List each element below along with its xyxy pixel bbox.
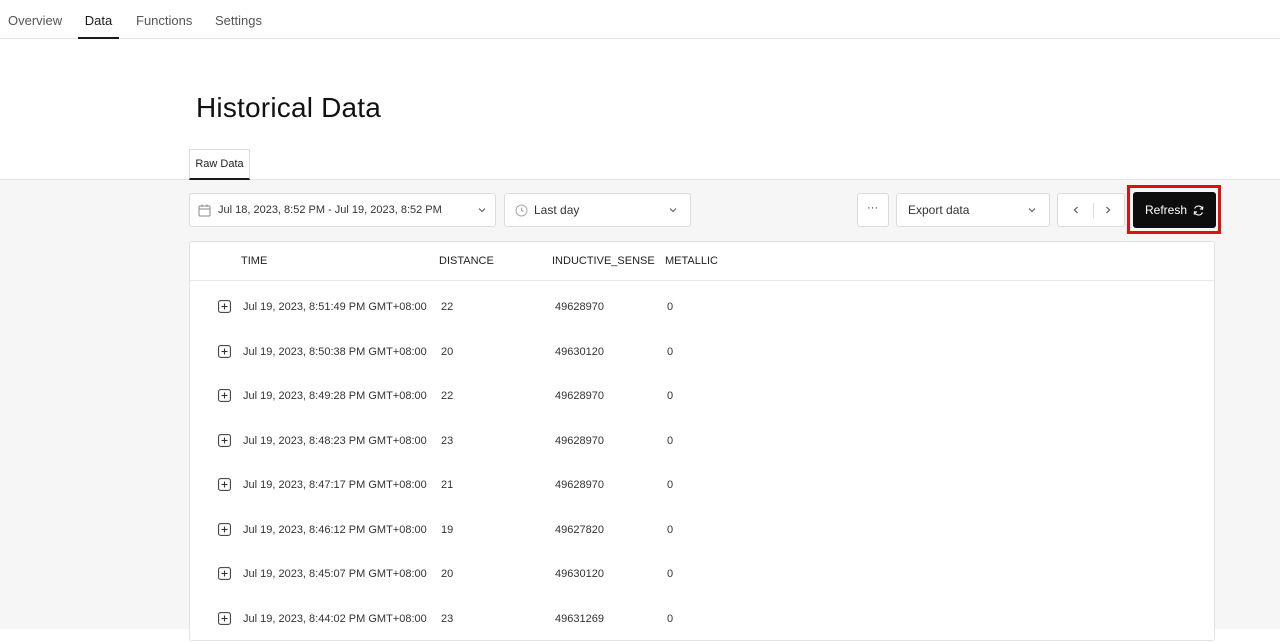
expand-row-icon[interactable] [218,344,231,358]
cell-time: Jul 19, 2023, 8:50:38 PM GMT+08:00 [243,345,427,358]
cell-inductive-sense: 49628970 [555,301,604,313]
subtab-bar: Raw Data [0,148,1280,180]
cell-distance: 19 [441,523,454,536]
cell-inductive-sense: 49628970 [555,479,604,491]
period-value: Last day [534,203,580,217]
cell-inductive-sense: 49627820 [555,523,604,536]
expand-row-icon[interactable] [218,433,231,447]
table-row: Jul 19, 2023, 8:46:12 PM GMT+08:00 19 4962… [190,509,1214,553]
expand-row-icon[interactable] [218,300,231,313]
tab-settings[interactable]: Settings [215,13,262,39]
cell-time: Jul 19, 2023, 8:51:49 PM GMT+08:00 [243,301,427,313]
expand-row-icon[interactable] [218,522,231,536]
column-header-time[interactable]: TIME [241,255,267,267]
cell-time: Jul 19, 2023, 8:47:17 PM GMT+08:00 [243,479,427,491]
cell-metallic: 0 [667,479,674,491]
export-data-select[interactable]: Export data [896,193,1050,227]
cell-inductive-sense: 49628970 [555,434,604,447]
period-select[interactable]: Last day [504,193,691,227]
cell-metallic: 0 [667,568,674,580]
expand-row-icon[interactable] [218,611,231,625]
tab-functions[interactable]: Functions [136,13,192,39]
chevron-right-icon[interactable] [1103,205,1113,215]
cell-time: Jul 19, 2023, 8:44:02 PM GMT+08:00 [243,612,427,625]
table-row: Jul 19, 2023, 8:50:38 PM GMT+08:00 20 4963… [190,331,1214,375]
cell-time: Jul 19, 2023, 8:49:28 PM GMT+08:00 [243,390,427,402]
refresh-label: Refresh [1145,203,1188,217]
pager [1057,193,1125,227]
more-options-icon: ··· [867,202,878,214]
column-header-inductive-sense[interactable]: INDUCTIVE_SENSE [552,255,655,267]
expand-row-icon[interactable] [218,567,231,580]
cell-inductive-sense: 49630120 [555,345,604,358]
chevron-down-icon [1028,208,1036,213]
cell-distance: 21 [441,479,454,491]
table-row: Jul 19, 2023, 8:47:17 PM GMT+08:00 21 4962… [190,464,1214,508]
cell-metallic: 0 [667,390,674,402]
chevron-left-icon[interactable] [1071,205,1081,215]
cell-time: Jul 19, 2023, 8:46:12 PM GMT+08:00 [243,523,427,536]
column-header-distance[interactable]: DISTANCE [439,255,494,267]
cell-metallic: 0 [667,301,674,313]
cell-time: Jul 19, 2023, 8:45:07 PM GMT+08:00 [243,568,427,580]
tab-data[interactable]: Data [78,13,119,39]
top-navigation: Overview Data Functions Settings [0,0,1280,39]
chevron-down-icon [669,208,677,213]
tab-overview[interactable]: Overview [8,13,62,39]
cell-time: Jul 19, 2023, 8:48:23 PM GMT+08:00 [243,434,427,447]
data-table: TIME DISTANCE INDUCTIVE_SENSE METALLIC J… [189,241,1215,641]
clock-icon [515,204,528,217]
cell-distance: 20 [441,345,454,358]
cell-metallic: 0 [667,612,674,625]
cell-metallic: 0 [667,434,674,447]
column-header-metallic[interactable]: METALLIC [665,255,718,267]
cell-metallic: 0 [667,523,674,536]
date-range-picker[interactable]: Jul 18, 2023, 8:52 PM - Jul 19, 2023, 8:… [189,193,496,227]
pager-divider [1093,203,1094,218]
expand-row-icon[interactable] [218,389,231,402]
cell-metallic: 0 [667,345,674,358]
table-row: Jul 19, 2023, 8:45:07 PM GMT+08:00 20 4963… [190,553,1214,597]
cell-distance: 22 [441,301,454,313]
cell-distance: 20 [441,568,454,580]
table-row: Jul 19, 2023, 8:44:02 PM GMT+08:00 23 4963… [190,598,1214,642]
refresh-button[interactable]: Refresh [1133,192,1216,228]
cell-inductive-sense: 49630120 [555,568,604,580]
cell-inductive-sense: 49628970 [555,390,604,402]
refresh-icon [1193,205,1204,216]
chevron-down-icon [478,208,486,213]
cell-distance: 23 [441,612,454,625]
date-range-value: Jul 18, 2023, 8:52 PM - Jul 19, 2023, 8:… [218,204,442,216]
more-options-button[interactable]: ··· [857,193,889,227]
cell-distance: 22 [441,390,454,402]
table-row: Jul 19, 2023, 8:51:49 PM GMT+08:00 22 4962… [190,286,1214,330]
cell-inductive-sense: 49631269 [555,612,604,625]
subtab-raw-data[interactable]: Raw Data [189,149,250,180]
export-data-label: Export data [908,203,970,217]
table-row: Jul 19, 2023, 8:48:23 PM GMT+08:00 23 4962… [190,420,1214,464]
page-title: Historical Data [196,92,382,123]
expand-row-icon[interactable] [218,478,231,491]
calendar-icon [198,204,211,217]
table-header: TIME DISTANCE INDUCTIVE_SENSE METALLIC [190,242,1214,281]
cell-distance: 23 [441,434,454,447]
table-row: Jul 19, 2023, 8:49:28 PM GMT+08:00 22 4962… [190,375,1214,419]
